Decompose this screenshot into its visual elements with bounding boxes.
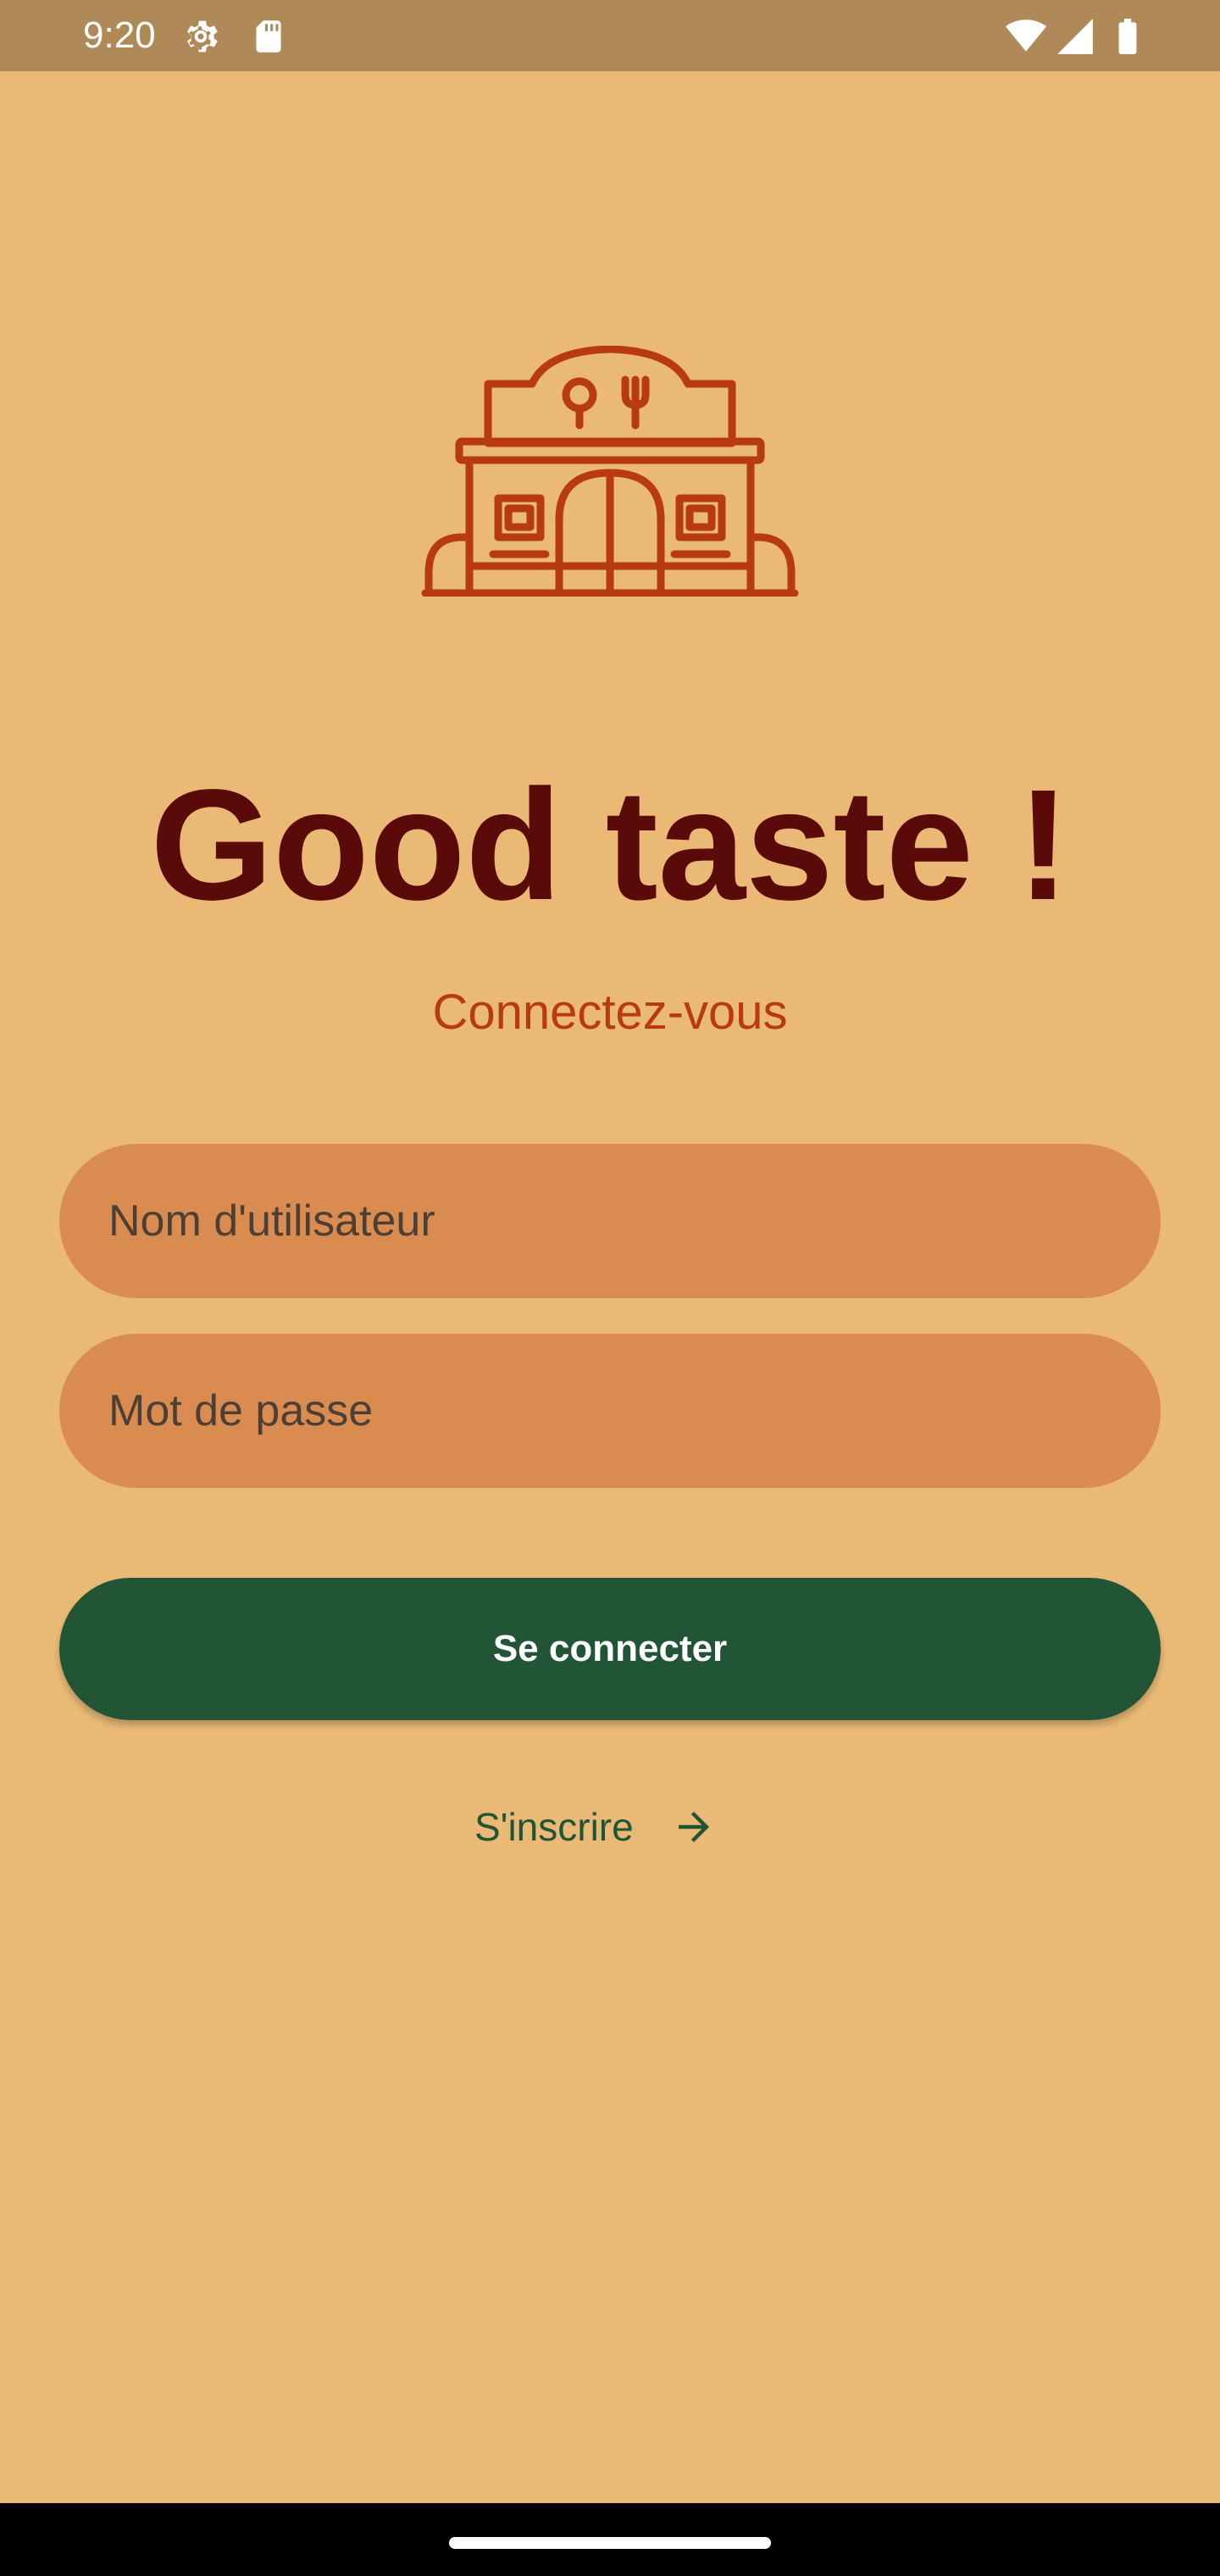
signal-icon [1054, 15, 1096, 58]
login-screen: 9:20 Good taste ! Connectez-vous Nom d'u… [0, 0, 1220, 2576]
status-time: 9:20 [83, 14, 156, 56]
app-title: Good taste ! [150, 758, 1070, 933]
username-input[interactable] [59, 1144, 1161, 1298]
battery-icon [1106, 15, 1149, 58]
signup-link[interactable]: S'inscrire [474, 1793, 717, 1861]
signup-label: S'inscrire [474, 1805, 634, 1849]
login-button[interactable]: Se connecter [59, 1578, 1161, 1720]
sd-card-icon [247, 15, 290, 58]
wifi-icon [1005, 15, 1047, 58]
settings-gear-icon [180, 15, 222, 58]
home-indicator[interactable] [449, 2537, 771, 2549]
password-input[interactable] [59, 1334, 1161, 1488]
login-subtitle: Connectez-vous [432, 985, 788, 1040]
arrow-right-icon [671, 1804, 717, 1850]
status-bar: 9:20 [0, 0, 1220, 71]
restaurant-building-icon [420, 346, 800, 597]
